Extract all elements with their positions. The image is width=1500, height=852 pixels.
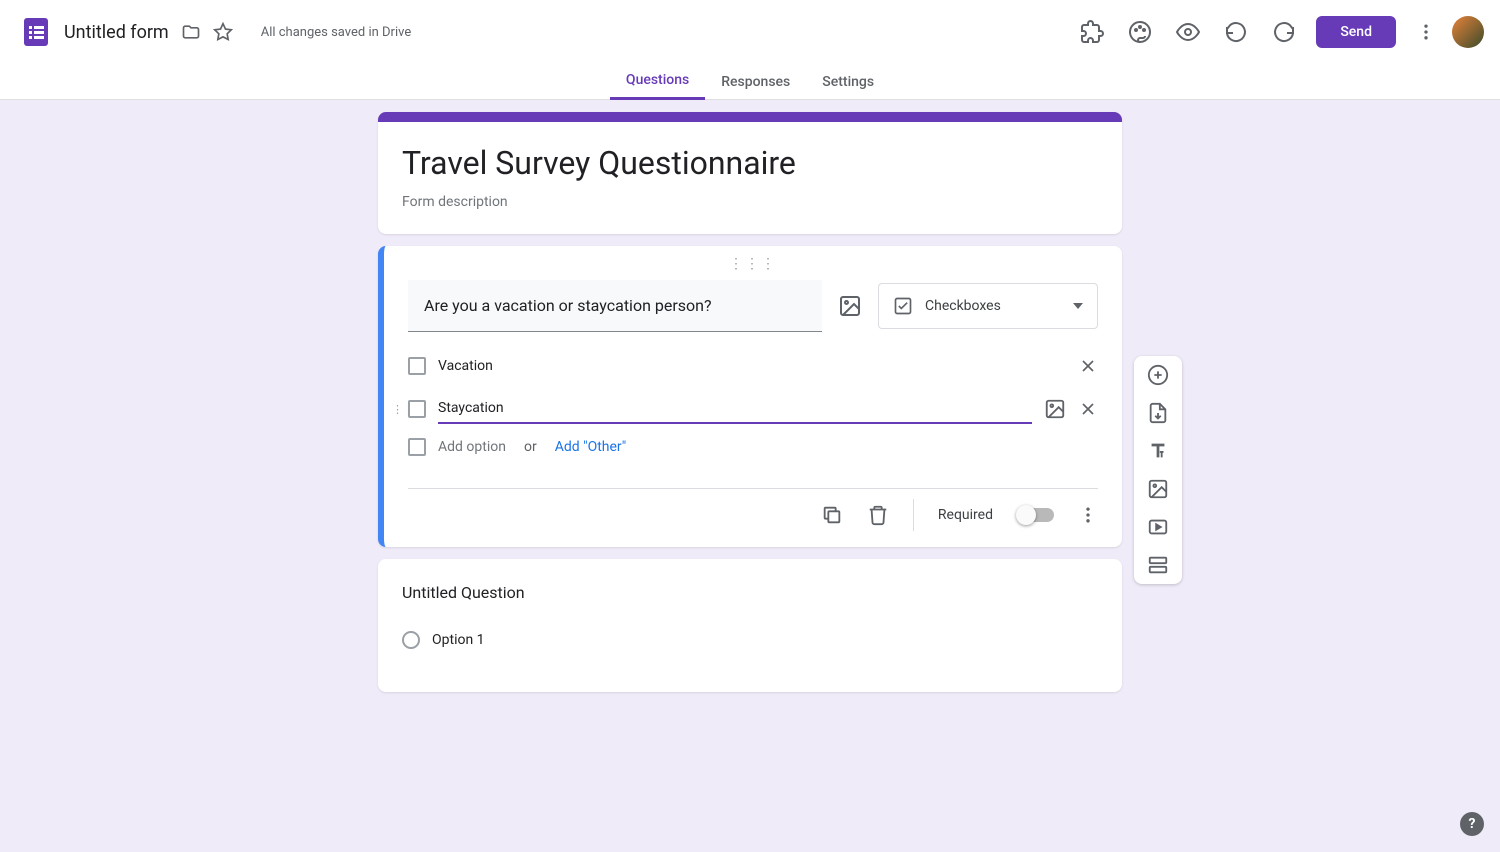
question-text-input[interactable] xyxy=(408,280,822,332)
add-title-icon[interactable] xyxy=(1147,440,1169,462)
checkbox-icon xyxy=(408,438,426,456)
delete-icon[interactable] xyxy=(867,504,889,526)
option-text-input[interactable]: Vacation xyxy=(438,352,1066,380)
preview-icon[interactable] xyxy=(1176,20,1200,44)
form-title-input[interactable]: Travel Survey Questionnaire xyxy=(402,144,1098,182)
duplicate-icon[interactable] xyxy=(821,504,843,526)
import-questions-icon[interactable] xyxy=(1147,402,1169,424)
chevron-down-icon xyxy=(1073,303,1083,309)
add-option-button[interactable]: Add option xyxy=(438,439,506,455)
side-toolbar xyxy=(1134,356,1182,584)
question-type-select[interactable]: Checkboxes xyxy=(878,283,1098,329)
question-title[interactable]: Untitled Question xyxy=(402,583,1098,602)
palette-icon[interactable] xyxy=(1128,20,1152,44)
question-more-icon[interactable] xyxy=(1078,505,1098,525)
add-image-icon[interactable] xyxy=(838,294,862,318)
form-name-input[interactable]: Untitled form xyxy=(64,22,169,43)
header-bar: Untitled form All changes saved in Drive… xyxy=(0,0,1500,64)
drag-handle-icon[interactable]: ⋮⋮⋮ xyxy=(408,256,1098,272)
move-to-folder-icon[interactable] xyxy=(181,22,201,42)
tab-settings[interactable]: Settings xyxy=(806,64,890,100)
tab-questions[interactable]: Questions xyxy=(610,64,705,100)
form-description-input[interactable]: Form description xyxy=(402,194,1098,210)
addons-icon[interactable] xyxy=(1080,20,1104,44)
star-icon[interactable] xyxy=(213,22,233,42)
option-image-icon[interactable] xyxy=(1044,398,1066,420)
question-card-active[interactable]: ⋮⋮⋮ Checkboxes Vacation xyxy=(378,246,1122,547)
option-text: Option 1 xyxy=(432,626,1098,654)
tabs-bar: Questions Responses Settings xyxy=(0,64,1500,100)
required-label: Required xyxy=(938,507,993,523)
title-card[interactable]: Travel Survey Questionnaire Form descrip… xyxy=(378,112,1122,234)
workspace: Travel Survey Questionnaire Form descrip… xyxy=(0,100,1500,852)
radio-icon xyxy=(402,631,420,649)
option-row: ⋮⋮ Staycation xyxy=(408,394,1098,424)
help-button[interactable]: ? xyxy=(1460,812,1484,836)
checkbox-icon xyxy=(408,357,426,375)
remove-option-icon[interactable] xyxy=(1078,399,1098,419)
undo-icon[interactable] xyxy=(1224,20,1248,44)
drag-handle-icon[interactable]: ⋮⋮ xyxy=(392,403,414,416)
or-text: or xyxy=(524,439,537,455)
option-row: Option 1 xyxy=(402,626,1098,654)
option-text-input[interactable]: Staycation xyxy=(438,394,1032,424)
question-footer: Required xyxy=(408,488,1098,541)
add-question-icon[interactable] xyxy=(1147,364,1169,386)
forms-logo[interactable] xyxy=(16,12,56,52)
divider xyxy=(913,499,914,531)
user-avatar[interactable] xyxy=(1452,16,1484,48)
tab-responses[interactable]: Responses xyxy=(705,64,806,100)
send-button[interactable]: Send xyxy=(1316,16,1396,48)
redo-icon[interactable] xyxy=(1272,20,1296,44)
question-type-label: Checkboxes xyxy=(925,298,1001,314)
add-section-icon[interactable] xyxy=(1147,554,1169,576)
question-card-inactive[interactable]: Untitled Question Option 1 xyxy=(378,559,1122,692)
remove-option-icon[interactable] xyxy=(1078,356,1098,376)
header-icons xyxy=(1080,20,1296,44)
option-row: Vacation xyxy=(408,352,1098,380)
add-other-button[interactable]: Add "Other" xyxy=(555,439,627,455)
add-image-icon[interactable] xyxy=(1147,478,1169,500)
add-option-row: Add option or Add "Other" xyxy=(408,438,1098,456)
more-menu-icon[interactable] xyxy=(1416,22,1436,42)
required-toggle[interactable] xyxy=(1017,508,1054,522)
save-status: All changes saved in Drive xyxy=(261,25,412,40)
add-video-icon[interactable] xyxy=(1147,516,1169,538)
